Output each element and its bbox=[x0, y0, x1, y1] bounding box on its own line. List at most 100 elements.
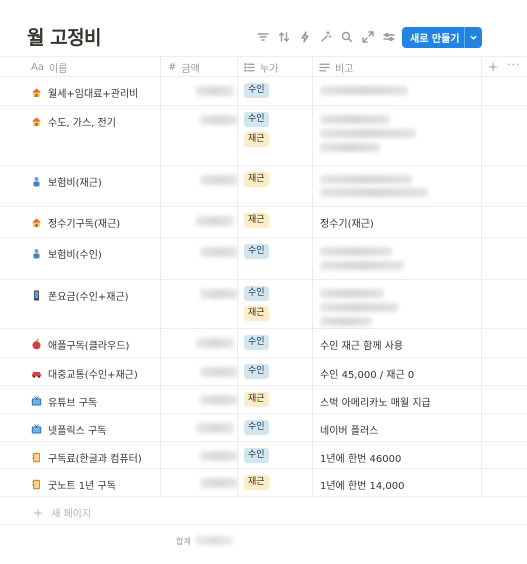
notebook-icon bbox=[31, 452, 48, 463]
house-icon bbox=[31, 217, 48, 228]
more-options-icon[interactable]: ··· bbox=[507, 58, 521, 71]
new-page-button[interactable]: 새로 만들기 bbox=[402, 27, 482, 48]
note-text[interactable]: 수인 45,000 / 재근 0 bbox=[320, 366, 414, 381]
who-tag[interactable]: 재근 bbox=[244, 213, 269, 228]
who-tag[interactable]: 재근 bbox=[244, 132, 269, 147]
table-row[interactable]: 애플구독(클라우드) 수인 수인 재근 함께 사용 bbox=[0, 329, 527, 358]
table-header-row: Aa 이름 # 금액 누가 비고 + ··· bbox=[0, 56, 527, 77]
row-name-cell[interactable]: 유튜브 구독 bbox=[31, 394, 97, 409]
who-tag[interactable]: 수인 bbox=[244, 112, 269, 127]
row-name-cell[interactable]: 애플구독(클라우드) bbox=[31, 337, 129, 352]
row-name-cell[interactable]: 구독료(한글과 컴퓨터) bbox=[31, 450, 142, 465]
table-row[interactable]: 보험비(수인) 수인 bbox=[0, 238, 527, 280]
who-tag[interactable]: 수인 bbox=[244, 286, 269, 301]
new-page-button-label: 새로 만들기 bbox=[410, 34, 460, 45]
note-redacted bbox=[320, 261, 404, 270]
who-tag[interactable]: 수인 bbox=[244, 448, 269, 463]
amount-value-redacted[interactable] bbox=[200, 289, 238, 299]
amount-value-redacted[interactable] bbox=[200, 247, 238, 257]
note-text[interactable]: 스벅 아메리카노 매월 지급 bbox=[320, 394, 431, 409]
sort-icon[interactable] bbox=[274, 28, 293, 46]
amount-value-redacted[interactable] bbox=[200, 115, 238, 125]
amount-value-redacted[interactable] bbox=[196, 216, 234, 226]
table-row[interactable]: 대중교통(수인+재근) 수인 수인 45,000 / 재근 0 bbox=[0, 358, 527, 386]
column-header-label: 이름 bbox=[48, 63, 68, 75]
amount-value-redacted[interactable] bbox=[196, 338, 234, 348]
who-tag[interactable]: 재근 bbox=[244, 475, 269, 490]
amount-value-redacted[interactable] bbox=[200, 478, 238, 488]
note-redacted bbox=[320, 188, 428, 197]
house-icon bbox=[31, 116, 48, 127]
row-name-cell[interactable]: 수도, 가스, 전기 bbox=[31, 114, 116, 129]
amount-value-redacted[interactable] bbox=[200, 395, 238, 405]
sum-value-redacted bbox=[195, 536, 233, 545]
chevron-down-icon[interactable] bbox=[465, 33, 482, 42]
table-row[interactable]: 굿노트 1년 구독 재근 1년에 한번 14,000 bbox=[0, 469, 527, 497]
row-name-cell[interactable]: 월세+임대료+관리비 bbox=[31, 85, 138, 100]
row-name-cell[interactable]: 정수기구독(재근) bbox=[31, 215, 120, 230]
note-redacted bbox=[320, 175, 412, 184]
page-header: 월 고정비 새로 만들기 bbox=[0, 0, 527, 56]
ai-sparkle-icon[interactable] bbox=[316, 28, 335, 46]
amount-value-redacted[interactable] bbox=[200, 175, 238, 185]
note-text[interactable]: 1년에 한번 14,000 bbox=[320, 477, 405, 492]
who-tag[interactable]: 수인 bbox=[244, 83, 269, 98]
note-text[interactable]: 1년에 한번 46000 bbox=[320, 450, 401, 465]
expand-icon[interactable] bbox=[358, 28, 377, 46]
automation-icon[interactable] bbox=[295, 28, 314, 46]
person-icon bbox=[31, 176, 48, 187]
who-tag[interactable]: 수인 bbox=[244, 335, 269, 350]
table-row[interactable]: 유튜브 구독 재근 스벅 아메리카노 매월 지급 bbox=[0, 386, 527, 414]
who-tag[interactable]: 재근 bbox=[244, 306, 269, 321]
search-icon[interactable] bbox=[337, 28, 356, 46]
row-name-cell[interactable]: 넷플릭스 구독 bbox=[31, 422, 106, 437]
amount-value-redacted[interactable] bbox=[196, 423, 234, 433]
tv-icon bbox=[31, 396, 48, 407]
amount-value-redacted[interactable] bbox=[200, 451, 238, 461]
who-tag[interactable]: 수인 bbox=[244, 420, 269, 435]
amount-value-redacted[interactable] bbox=[196, 86, 234, 96]
row-name-cell[interactable]: 대중교통(수인+재근) bbox=[31, 366, 138, 381]
column-header-who[interactable]: 누가 bbox=[244, 57, 278, 77]
note-redacted bbox=[320, 247, 392, 256]
filter-icon[interactable] bbox=[253, 28, 272, 46]
note-text[interactable]: 네이버 플러스 bbox=[320, 422, 378, 437]
settings-icon[interactable] bbox=[379, 28, 398, 46]
person-icon bbox=[31, 248, 48, 259]
number-property-icon: # bbox=[168, 61, 177, 73]
multi-select-icon bbox=[244, 62, 255, 73]
note-redacted bbox=[320, 317, 372, 326]
note-redacted bbox=[320, 86, 408, 95]
note-text[interactable]: 정수기(재근) bbox=[320, 215, 374, 230]
who-tag[interactable]: 재근 bbox=[244, 392, 269, 407]
note-text[interactable]: 수인 재근 함께 사용 bbox=[320, 337, 403, 352]
view-toolbar bbox=[253, 28, 400, 46]
who-tag[interactable]: 재근 bbox=[244, 172, 269, 187]
table-row[interactable]: 수도, 가스, 전기 수인재근 bbox=[0, 106, 527, 166]
table-row[interactable]: 정수기구독(재근) 재근 정수기(재근) bbox=[0, 207, 527, 238]
row-name: 대중교통(수인+재근) bbox=[48, 370, 138, 381]
row-name-cell[interactable]: 굿노트 1년 구독 bbox=[31, 477, 116, 492]
note-redacted bbox=[320, 143, 380, 152]
column-header-note[interactable]: 비고 bbox=[319, 57, 353, 77]
table-row[interactable]: 월세+임대료+관리비 수인 bbox=[0, 77, 527, 106]
row-name-cell[interactable]: 폰요금(수인+재근) bbox=[31, 288, 129, 303]
row-name-cell[interactable]: 보험비(수인) bbox=[31, 246, 102, 261]
house-icon bbox=[31, 87, 48, 98]
row-name: 넷플릭스 구독 bbox=[48, 426, 107, 437]
who-tag[interactable]: 수인 bbox=[244, 244, 269, 259]
row-name-cell[interactable]: 보험비(재근) bbox=[31, 174, 102, 189]
table-row[interactable]: 넷플릭스 구독 수인 네이버 플러스 bbox=[0, 414, 527, 442]
add-page-row[interactable]: + 새 페이지 bbox=[0, 497, 527, 525]
who-tag[interactable]: 수인 bbox=[244, 364, 269, 379]
table-row[interactable]: 보험비(재근) 재근 bbox=[0, 166, 527, 207]
amount-value-redacted[interactable] bbox=[200, 367, 238, 377]
add-property-icon[interactable]: + bbox=[488, 60, 498, 74]
table-row[interactable]: 폰요금(수인+재근) 수인재근 bbox=[0, 280, 527, 329]
column-header-amount[interactable]: # 금액 bbox=[168, 57, 200, 77]
note-redacted bbox=[320, 289, 384, 298]
table-row[interactable]: 구독료(한글과 컴퓨터) 수인 1년에 한번 46000 bbox=[0, 442, 527, 469]
sum-label: 합계 bbox=[176, 537, 191, 546]
row-name: 보험비(재근) bbox=[48, 178, 102, 189]
column-header-name[interactable]: Aa 이름 bbox=[31, 57, 67, 77]
